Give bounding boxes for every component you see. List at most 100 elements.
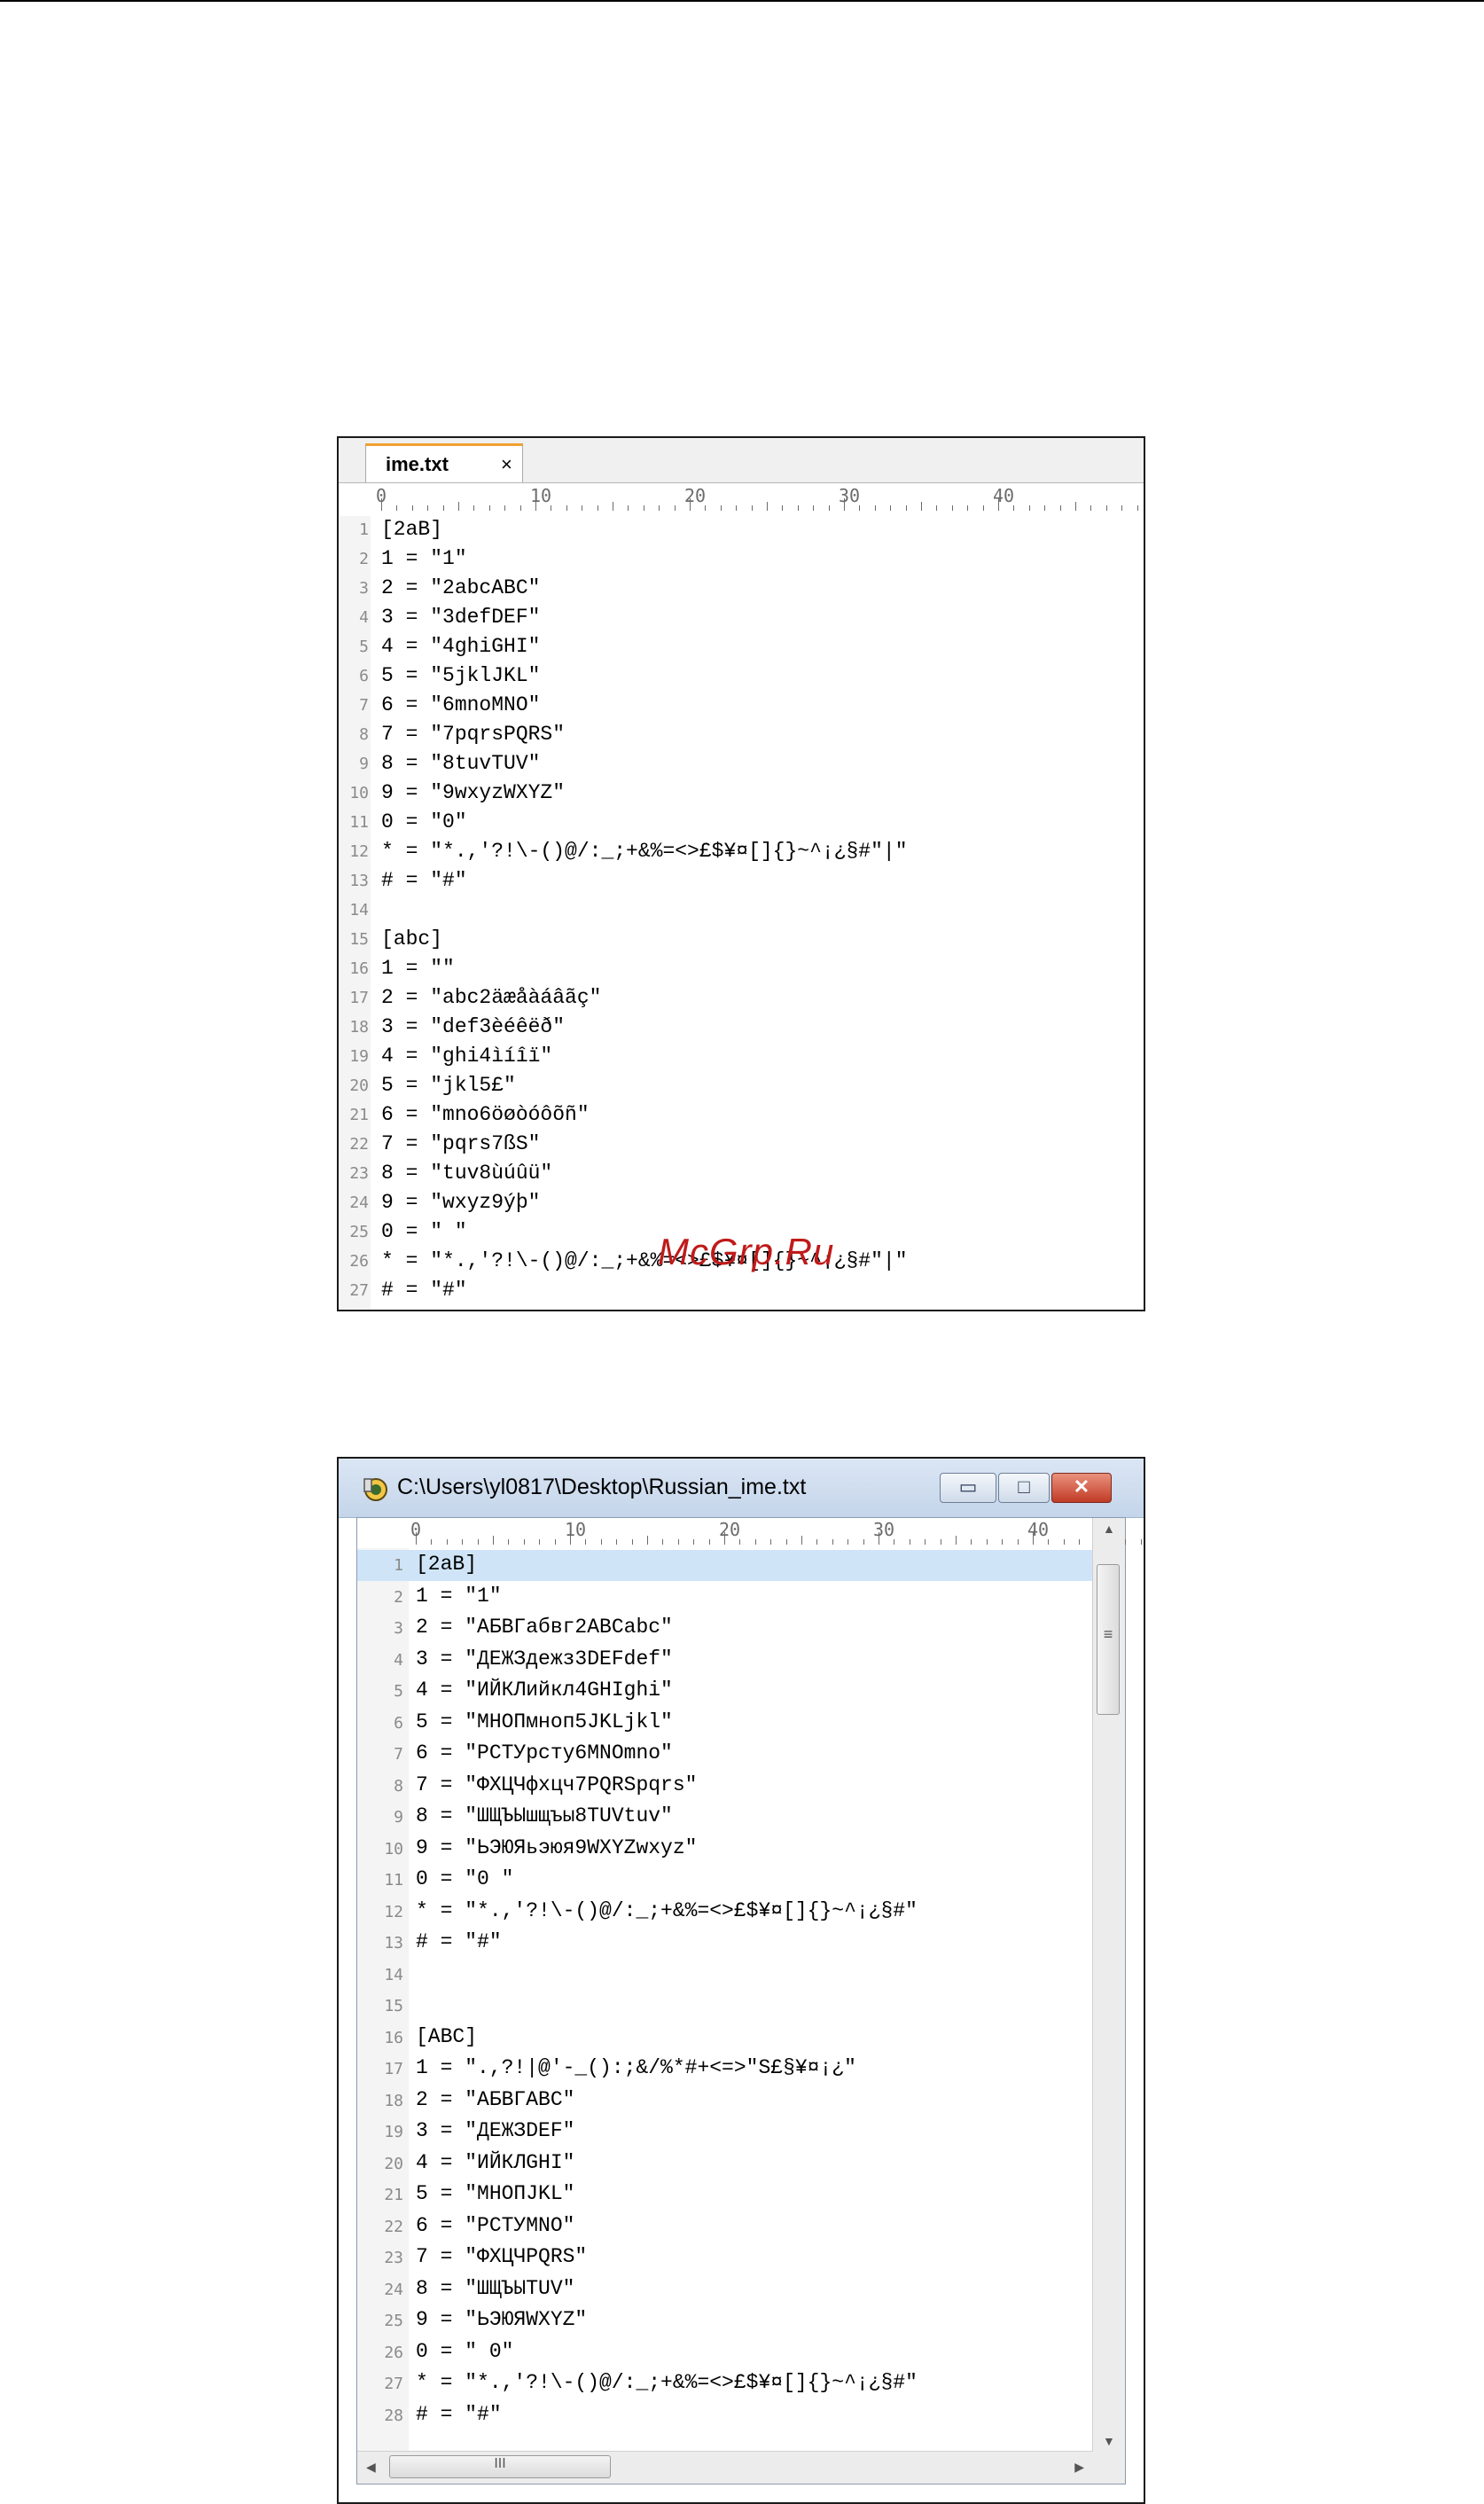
text-line[interactable]: 23 8 = "tuv8ùúûü" [339, 1160, 1144, 1189]
text-line[interactable]: 19 4 = "ghi4ìíîï" [339, 1043, 1144, 1072]
line-number: 11 [349, 813, 369, 832]
line-number: 27 [349, 1281, 369, 1300]
text-line[interactable]: 1 [2aB] [357, 1550, 1093, 1581]
text-line[interactable]: 9 8 = "8tuvTUV" [339, 750, 1144, 779]
text-line[interactable]: 27 * = "*.,'?!\-()@/:_;+&%=<>£$¥¤[]{}~^¡¿… [357, 2368, 1093, 2399]
text-line[interactable]: 9 8 = "ШЩЪЫшщъы8TUVtuv" [357, 1802, 1093, 1833]
ruler-tick [720, 505, 722, 511]
text-area[interactable]: 1 [2aB] 2 1 = "1" 3 2 = "2abcABC" 4 3 = "3defDE… [339, 516, 1144, 1310]
close-button[interactable]: ✕ [1051, 1473, 1112, 1503]
text-line[interactable]: 22 7 = "pqrs7ßS" [339, 1131, 1144, 1160]
text-line[interactable]: 14 [339, 896, 1144, 926]
ruler-tick [442, 505, 444, 511]
text-line[interactable]: 24 8 = "ШЩЪЫTUV" [357, 2274, 1093, 2305]
ruler-tick [986, 1539, 988, 1545]
ruler-tick [813, 505, 815, 511]
title-bar[interactable]: C:\Users\yl0817\Desktop\Russian_ime.txt … [339, 1459, 1144, 1518]
line-number: 12 [349, 842, 369, 861]
line-text: [ABC] [416, 2024, 478, 2048]
text-line[interactable]: 8 7 = "7pqrsPQRS" [339, 721, 1144, 750]
line-text: 1 = "" [381, 957, 455, 980]
line-text: # = "#" [416, 2402, 502, 2426]
horizontal-scroll-thumb[interactable]: III [389, 2455, 611, 2478]
ruler-tick [462, 1539, 464, 1545]
text-line[interactable]: 18 3 = "def3èéêëð" [339, 1013, 1144, 1043]
text-line[interactable]: 5 4 = "ИЙКЛийкл4GHIghi" [357, 1676, 1093, 1707]
text-line[interactable]: 13 # = "#" [339, 867, 1144, 896]
line-number: 18 [384, 2091, 403, 2110]
text-line[interactable]: 1 [2aB] [339, 516, 1144, 545]
text-line[interactable]: 6 5 = "МНОПмноп5JKLjkl" [357, 1708, 1093, 1739]
line-number: 5 [359, 638, 369, 656]
ruler-tick [874, 505, 876, 511]
text-line[interactable]: 14 [357, 1960, 1093, 1991]
text-line[interactable]: 11 0 = "0 " [357, 1865, 1093, 1896]
ruler-tick [956, 1536, 957, 1545]
text-line[interactable]: 15 [357, 1991, 1093, 2022]
maximize-button[interactable]: □ [998, 1473, 1050, 1503]
text-line[interactable]: 3 2 = "2abcABC" [339, 575, 1144, 604]
text-line[interactable]: 21 6 = "mno6öøòóôõñ" [339, 1101, 1144, 1131]
ruler-label: 30 [839, 485, 861, 506]
text-line[interactable]: 4 3 = "ДЕЖЗдежз3DEFdef" [357, 1645, 1093, 1676]
text-line[interactable]: 20 4 = "ИЙКЛGHI" [357, 2148, 1093, 2179]
text-line[interactable]: 16 [ABC] [357, 2023, 1093, 2054]
line-number: 10 [384, 1839, 403, 1858]
text-line[interactable]: 27 # = "#" [339, 1277, 1144, 1306]
size-grip[interactable] [1093, 2452, 1125, 2484]
ruler-label: 40 [1027, 1519, 1050, 1540]
line-text: 4 = "ghi4ìíîï" [381, 1045, 553, 1068]
line-text: 4 = "ИЙКЛGHI" [416, 2150, 575, 2174]
text-line[interactable]: 10 9 = "ЬЭЮЯьэюя9WXYZwxyz" [357, 1834, 1093, 1865]
text-line[interactable]: 8 7 = "ФХЦЧфхцч7PQRSpqrs" [357, 1771, 1093, 1802]
text-line[interactable]: 2 1 = "1" [339, 545, 1144, 575]
vertical-scrollbar[interactable]: ▲ ≡ ▼ [1092, 1518, 1125, 2452]
text-line[interactable]: 22 6 = "РСТУMNO" [357, 2211, 1093, 2242]
ruler-tick [458, 502, 459, 511]
text-line[interactable]: 21 5 = "МНОПJKL" [357, 2179, 1093, 2211]
scroll-up-arrow-icon[interactable]: ▲ [1103, 1522, 1115, 1536]
text-line[interactable]: 11 0 = "0" [339, 809, 1144, 838]
text-line[interactable]: 18 2 = "АБВГABC" [357, 2085, 1093, 2117]
text-line[interactable]: 17 1 = ".,?!|@'-_():;&/%*#+<=>"S£§¥¤¡¿" [357, 2054, 1093, 2085]
line-number: 20 [384, 2154, 403, 2173]
line-number: 9 [359, 755, 369, 773]
text-line[interactable]: 3 2 = "АБВГабвг2ABCabc" [357, 1613, 1093, 1644]
tab-close-icon[interactable]: × [501, 453, 512, 476]
text-line[interactable]: 16 1 = "" [339, 955, 1144, 984]
text-line[interactable]: 20 5 = "jkl5£" [339, 1072, 1144, 1101]
horizontal-scrollbar[interactable]: ◀ III ▶ [357, 2451, 1093, 2484]
text-line[interactable]: 7 6 = "РСТУрсту6MNOmno" [357, 1739, 1093, 1770]
text-area[interactable]: 1 [2aB] 2 1 = "1" 3 2 = "АБВГабвг2ABCabc" 4 3 =… [357, 1550, 1093, 2452]
text-line[interactable]: 12 * = "*.,'?!\-()@/:_;+&%=<>£$¥¤[]{}~^¡¿… [357, 1897, 1093, 1928]
text-line[interactable]: 28 # = "#" [357, 2400, 1093, 2431]
vertical-scroll-thumb[interactable]: ≡ [1097, 1564, 1120, 1715]
line-number: 25 [349, 1223, 369, 1241]
text-line[interactable]: 4 3 = "3defDEF" [339, 604, 1144, 633]
ruler-tick [493, 1536, 494, 1545]
text-line[interactable]: 17 2 = "abc2äæåàáâãç" [339, 984, 1144, 1013]
text-line[interactable]: 24 9 = "wxyz9ýþ" [339, 1189, 1144, 1218]
editor-client-area[interactable]: 0 10 20 30 40 1 [2aB] 2 1 = "1" 3 2 = "АБВГабвг2A… [356, 1517, 1142, 2484]
scroll-down-arrow-icon[interactable]: ▼ [1103, 2434, 1115, 2448]
text-line[interactable]: 6 5 = "5jklJKL" [339, 662, 1144, 692]
text-line[interactable]: 19 3 = "ДЕЖЗDEF" [357, 2117, 1093, 2148]
text-line[interactable]: 23 7 = "ФХЦЧPQRS" [357, 2242, 1093, 2273]
scroll-left-arrow-icon[interactable]: ◀ [366, 2460, 376, 2475]
minimize-button[interactable]: ▭ [940, 1473, 996, 1503]
text-line[interactable]: 2 1 = "1" [357, 1582, 1093, 1613]
text-line[interactable]: 25 9 = "ЬЭЮЯWXYZ" [357, 2305, 1093, 2336]
tab-ime-txt[interactable]: ime.txt × [365, 443, 523, 482]
text-line[interactable]: 7 6 = "6mnoMNO" [339, 692, 1144, 721]
text-line[interactable]: 13 # = "#" [357, 1928, 1093, 1959]
line-text: 9 = "9wxyzWXYZ" [381, 781, 566, 804]
text-line[interactable]: 26 0 = " 0" [357, 2337, 1093, 2368]
text-line[interactable]: 5 4 = "4ghiGHI" [339, 633, 1144, 662]
text-line[interactable]: 12 * = "*.,'?!\-()@/:_;+&%=<>£$¥¤[]{}~^¡¿… [339, 838, 1144, 867]
line-number: 7 [359, 696, 369, 715]
scroll-right-arrow-icon[interactable]: ▶ [1074, 2460, 1084, 2475]
text-line[interactable]: 10 9 = "9wxyzWXYZ" [339, 779, 1144, 809]
text-line[interactable]: 15 [abc] [339, 926, 1144, 955]
line-text: # = "#" [416, 1930, 502, 1953]
ruler-tick [1090, 505, 1092, 511]
